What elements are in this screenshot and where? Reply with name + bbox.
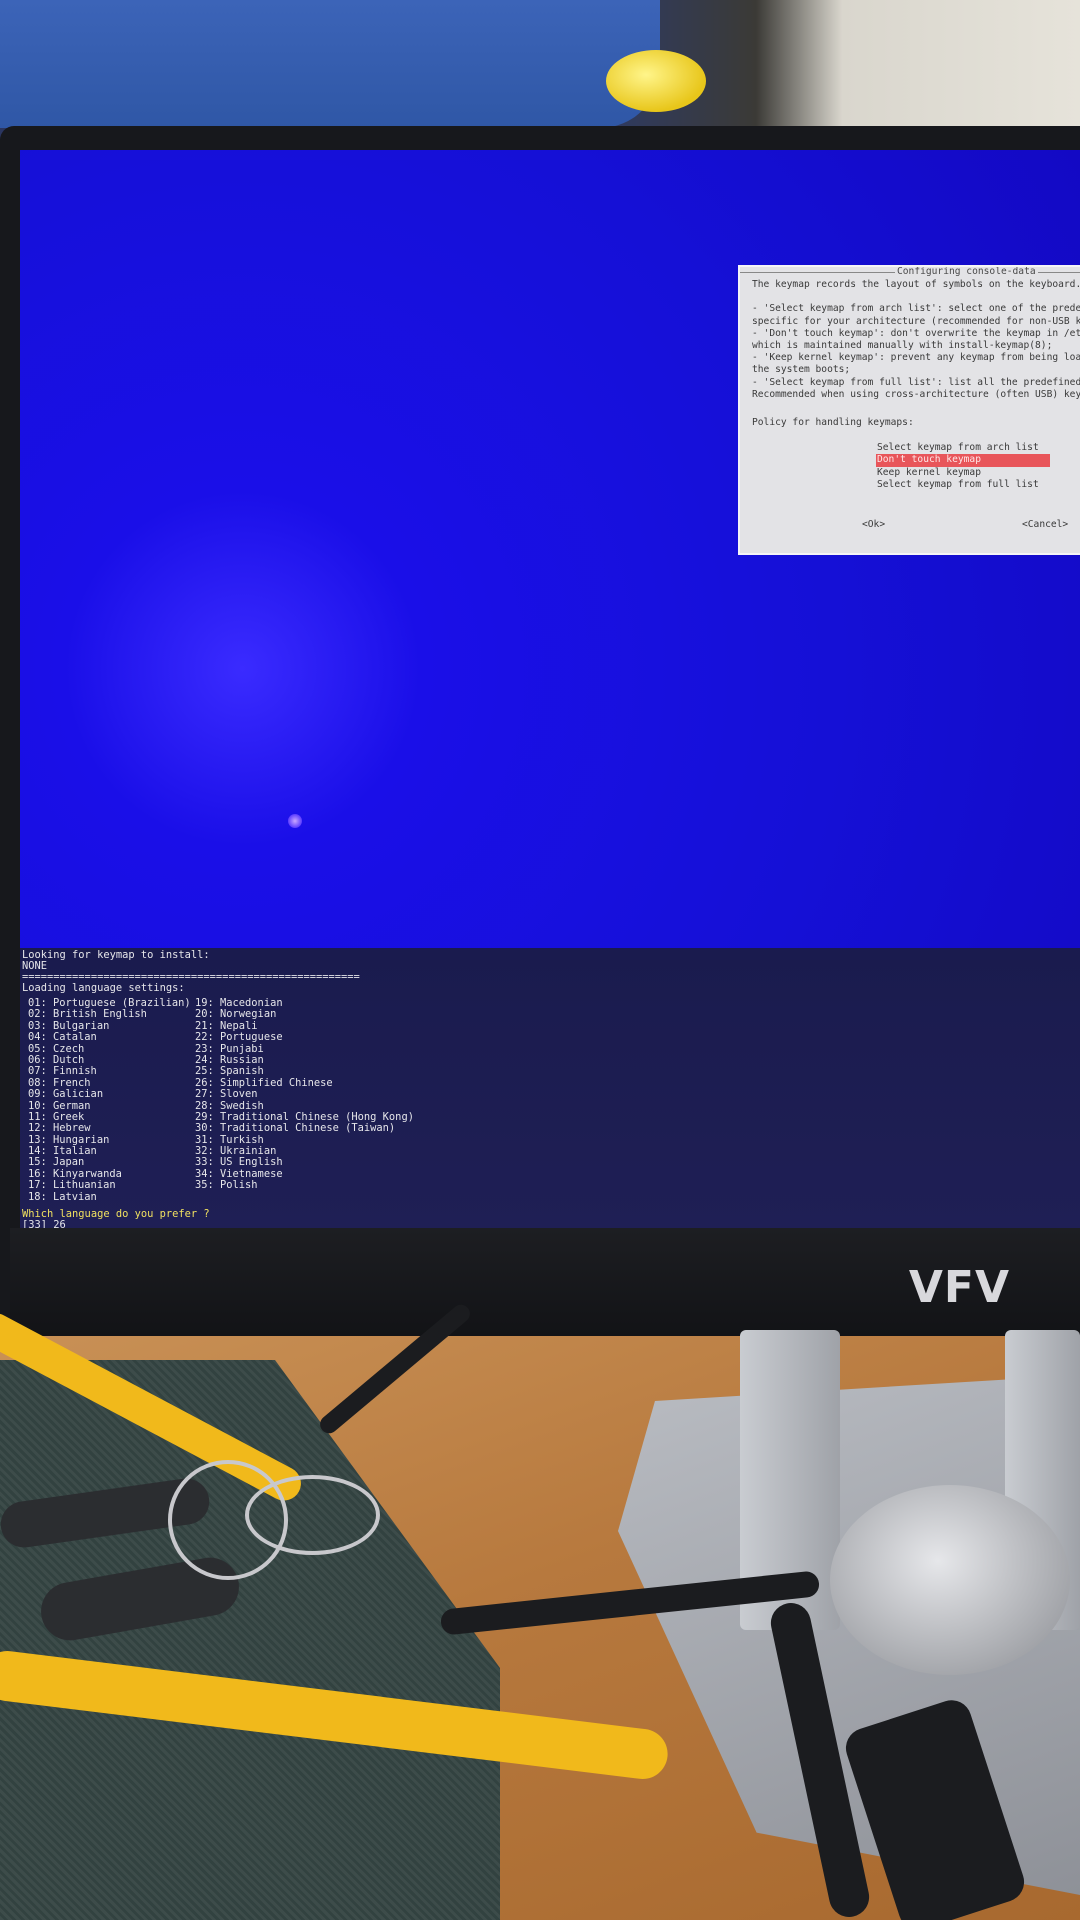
debconf-background: Configuring console-data The keymap reco… — [20, 150, 1080, 948]
language-input[interactable]: [33] 26 — [22, 1219, 66, 1228]
policy-prompt: Policy for handling keymaps: — [752, 417, 914, 428]
dialog-body-line: The keymap records the layout of symbols… — [752, 279, 1080, 290]
screen-glare — [288, 814, 302, 828]
dialog-body-line: - 'Select keymap from arch list': select… — [752, 303, 1080, 315]
keymap-policy-menu: Select keymap from arch list Don't touch… — [876, 442, 1050, 492]
yellow-object — [606, 50, 706, 112]
language-item: 09: Galician — [28, 1088, 104, 1101]
key-ring — [245, 1475, 380, 1555]
dialog-body-line: - 'Keep kernel keymap': prevent any keym… — [752, 352, 1080, 364]
menu-option-arch-list[interactable]: Select keymap from arch list — [876, 442, 1050, 454]
dialog-body-line: the system boots; — [752, 364, 851, 376]
language-item: 30: Traditional Chinese (Taiwan) — [195, 1122, 396, 1135]
console-line: Loading language settings: — [22, 982, 185, 994]
menu-option-keep-kernel[interactable]: Keep kernel keymap — [876, 467, 1050, 479]
language-item: 04: Catalan — [28, 1031, 97, 1044]
ok-button[interactable]: <Ok> — [862, 519, 885, 531]
monitor-screen: Configuring console-data The keymap reco… — [20, 150, 1080, 1228]
dialog-body-line: - 'Don't touch keymap': don't overwrite … — [752, 327, 1080, 339]
language-item: 17: Lithuanian — [28, 1179, 116, 1192]
dialog-description: The keymap records the layout of symbols… — [752, 279, 1080, 401]
dialog-body-line: - 'Select keymap from full list': list a… — [752, 376, 1080, 388]
language-item: 22: Portuguese — [195, 1031, 283, 1044]
dialog-body-line — [752, 291, 1080, 303]
monitor-stand-hub — [830, 1485, 1070, 1675]
dialog-body-line: which is maintained manually with instal… — [752, 339, 1053, 351]
language-item: 35: Polish — [195, 1179, 258, 1192]
cancel-button[interactable]: <Cancel> — [1022, 519, 1068, 531]
dialog-title: Configuring console-data — [895, 266, 1038, 278]
menu-option-full-list[interactable]: Select keymap from full list — [876, 479, 1050, 491]
language-list-col2: 19: Macedonian 20: Norwegian 21: Nepali … — [195, 997, 414, 1192]
blue-chair — [0, 0, 660, 128]
language-item: 27: Sloven — [195, 1088, 258, 1101]
dialog-title-text: Configuring console-data — [895, 266, 1038, 277]
language-item: 18: Latvian — [28, 1190, 97, 1203]
dialog-body-line: specific for your architecture (recommen… — [752, 315, 1080, 327]
dialog-body-line: Recommended when using cross-architectur… — [752, 388, 1080, 400]
brand-logo: VFV — [908, 1262, 1010, 1313]
console-line: Looking for keymap to install: — [22, 949, 210, 961]
menu-option-dont-touch[interactable]: Don't touch keymap — [876, 454, 1050, 467]
language-list-col1: 01: Portuguese (Brazilian) 02: British E… — [28, 997, 191, 1203]
text-console: Looking for keymap to install: NONE ====… — [20, 948, 1080, 1228]
language-item: 12: Hebrew — [28, 1122, 91, 1135]
keymap-policy-dialog: Configuring console-data The keymap reco… — [738, 265, 1080, 555]
